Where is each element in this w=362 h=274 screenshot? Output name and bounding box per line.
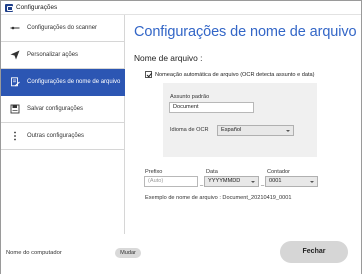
subject-label: Assunto padrão bbox=[170, 94, 210, 100]
subject-input[interactable]: Document bbox=[169, 102, 254, 113]
footer: Nome do computador Mudar Fechar bbox=[1, 234, 361, 274]
auto-naming-checkbox[interactable] bbox=[145, 71, 152, 78]
ocr-language-value: Español bbox=[221, 127, 242, 133]
date-select[interactable]: YYYYMMDD bbox=[204, 176, 259, 187]
main-panel: Configurações de nome de arquivo Nome de… bbox=[126, 15, 362, 234]
sidebar: Configurações do scanner Personalizar aç… bbox=[1, 15, 125, 234]
save-settings-icon bbox=[10, 104, 20, 114]
chevron-down-icon bbox=[251, 181, 255, 183]
title-bar: Configurações bbox=[1, 1, 361, 15]
date-label: Data bbox=[206, 169, 218, 175]
computer-name-label: Nome do computador bbox=[6, 250, 62, 256]
sidebar-item-other-settings[interactable]: Outras configurações bbox=[1, 123, 125, 150]
sidebar-item-label: Personalizar ações bbox=[27, 52, 79, 58]
chevron-down-icon bbox=[286, 130, 290, 132]
separator-2: _ bbox=[261, 181, 265, 187]
sidebar-item-scanner-settings[interactable]: Configurações do scanner bbox=[1, 15, 125, 42]
prefix-input[interactable]: (Auto) bbox=[144, 176, 198, 187]
document-edit-icon bbox=[11, 77, 20, 87]
ocr-language-label: Idioma de OCR bbox=[170, 127, 209, 133]
file-name-example: Exemplo de nome de arquivo : Document_20… bbox=[145, 195, 292, 201]
sidebar-item-label: Salvar configurações bbox=[27, 106, 84, 112]
chevron-down-icon bbox=[310, 181, 314, 183]
sidebar-item-customize-actions[interactable]: Personalizar ações bbox=[1, 42, 125, 69]
page-title: Configurações de nome de arquivo bbox=[134, 24, 357, 40]
app-icon bbox=[5, 4, 13, 12]
section-title: Nome de arquivo : bbox=[134, 53, 203, 63]
send-icon bbox=[10, 50, 20, 60]
sidebar-item-label: Configurações de nome de arquivo bbox=[27, 79, 121, 85]
counter-value: 0001 bbox=[269, 178, 282, 184]
window-title: Configurações bbox=[16, 4, 58, 11]
settings-window: Configurações Configurações do scanner P… bbox=[0, 0, 362, 274]
counter-select[interactable]: 0001 bbox=[265, 176, 318, 187]
change-button[interactable]: Mudar bbox=[115, 248, 141, 258]
sidebar-item-label: Outras configurações bbox=[27, 133, 85, 139]
date-value: YYYYMMDD bbox=[208, 178, 241, 184]
separator-1: _ bbox=[200, 181, 204, 187]
auto-naming-label: Nomeação automática de arquivo (OCR dete… bbox=[155, 72, 315, 78]
scanner-settings-icon bbox=[10, 26, 20, 30]
sidebar-item-label: Configurações do scanner bbox=[27, 25, 98, 31]
close-button[interactable]: Fechar bbox=[280, 241, 348, 263]
sidebar-item-save-settings[interactable]: Salvar configurações bbox=[1, 96, 125, 123]
ocr-settings-panel: Assunto padrão Document Idioma de OCR Es… bbox=[163, 83, 317, 157]
prefix-label: Prefixo bbox=[145, 169, 163, 175]
more-options-icon bbox=[14, 131, 16, 141]
counter-label: Contador bbox=[267, 169, 291, 175]
sidebar-item-file-name-settings[interactable]: Configurações de nome de arquivo bbox=[1, 69, 125, 96]
ocr-language-select[interactable]: Español bbox=[217, 125, 294, 136]
